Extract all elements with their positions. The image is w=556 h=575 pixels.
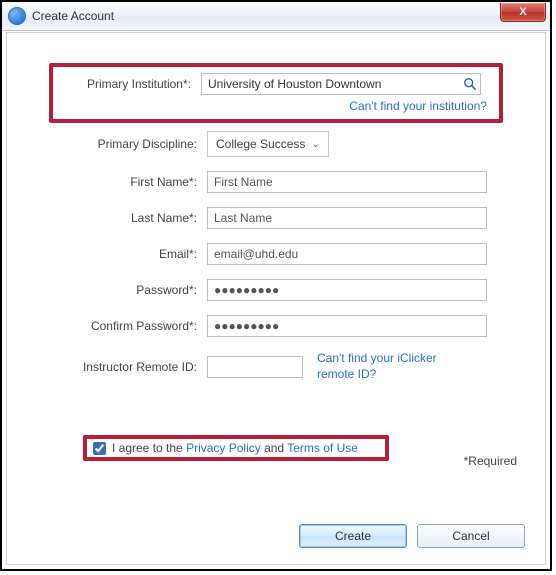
agree-checkbox[interactable] bbox=[93, 442, 106, 455]
agree-and: and bbox=[261, 441, 287, 455]
agree-text: I agree to the Privacy Policy and Terms … bbox=[112, 441, 358, 455]
primary-discipline-select[interactable]: College Success ⌄ bbox=[207, 131, 329, 157]
label-primary-institution: Primary Institution*: bbox=[61, 77, 201, 91]
email-input[interactable] bbox=[207, 243, 487, 265]
client-area: Primary Institution*: Can't find your in… bbox=[6, 32, 546, 565]
search-icon[interactable] bbox=[463, 77, 477, 91]
window-frame: Create Account X Primary Institution*: bbox=[0, 0, 552, 571]
titlebar[interactable]: Create Account X bbox=[2, 2, 550, 31]
label-password: Password*: bbox=[27, 283, 207, 297]
first-name-input[interactable] bbox=[207, 171, 487, 193]
label-instructor-remote-id: Instructor Remote ID: bbox=[27, 360, 207, 374]
create-button[interactable]: Create bbox=[299, 524, 407, 548]
chevron-down-icon: ⌄ bbox=[311, 139, 319, 150]
primary-discipline-value: College Success bbox=[216, 137, 305, 151]
link-cant-find-remote-id[interactable]: Can't find your iClicker remote ID? bbox=[317, 351, 437, 381]
instructor-remote-id-input[interactable] bbox=[207, 356, 303, 378]
link-cant-find-institution[interactable]: Can't find your institution? bbox=[349, 99, 487, 113]
primary-institution-field-wrap bbox=[201, 73, 481, 95]
link-terms-of-use[interactable]: Terms of Use bbox=[287, 441, 358, 455]
link-privacy-policy[interactable]: Privacy Policy bbox=[186, 441, 261, 455]
agree-prefix: I agree to the bbox=[112, 441, 186, 455]
app-icon bbox=[8, 7, 26, 25]
last-name-input[interactable] bbox=[207, 207, 487, 229]
highlight-institution: Primary Institution*: Can't find your in… bbox=[49, 63, 503, 123]
label-confirm-password: Confirm Password*: bbox=[27, 319, 207, 333]
label-primary-discipline: Primary Discipline: bbox=[27, 137, 207, 151]
close-icon: X bbox=[519, 6, 526, 18]
button-bar: Create Cancel bbox=[299, 524, 525, 548]
label-last-name: Last Name*: bbox=[27, 211, 207, 225]
primary-institution-input[interactable] bbox=[201, 73, 481, 95]
cancel-button[interactable]: Cancel bbox=[417, 524, 525, 548]
window-title: Create Account bbox=[32, 9, 114, 23]
close-button[interactable]: X bbox=[500, 3, 546, 22]
required-note: *Required bbox=[464, 454, 517, 468]
label-first-name: First Name*: bbox=[27, 175, 207, 189]
password-input[interactable] bbox=[207, 279, 487, 301]
confirm-password-input[interactable] bbox=[207, 315, 487, 337]
label-email: Email*: bbox=[27, 247, 207, 261]
highlight-agree: I agree to the Privacy Policy and Terms … bbox=[83, 435, 389, 461]
